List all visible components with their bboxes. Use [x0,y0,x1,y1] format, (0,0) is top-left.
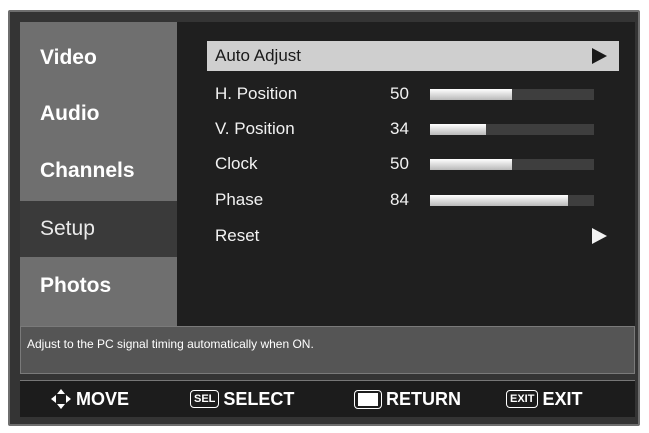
move-label: MOVE [76,388,130,409]
help-text-bar: Adjust to the PC signal timing automatic… [20,326,635,374]
return-key-icon [354,389,382,409]
sidebar-item-setup[interactable]: Setup [20,201,178,257]
submenu-arrow-icon [592,228,607,244]
sidebar-item-audio[interactable]: Audio [20,86,177,142]
setting-auto-adjust[interactable]: Auto Adjust [207,41,619,71]
setting-label: H. Position [215,84,298,103]
exit-key-icon: EXIT [506,390,539,408]
setting-value: 50 [390,154,409,173]
level-slider-fill [430,124,486,135]
setting-label: V. Position [215,119,295,138]
sidebar-item-label: Photos [40,274,112,297]
sidebar-item-label: Channels [40,159,135,182]
setting-value: 84 [390,190,409,209]
setting-value: 34 [390,119,409,138]
level-slider-fill [430,159,512,170]
level-slider-fill [430,195,568,206]
submenu-arrow-icon [592,48,607,64]
sidebar-item-channels[interactable]: Channels [20,143,177,199]
setting-reset[interactable]: Reset [207,221,619,251]
level-slider[interactable] [430,89,594,100]
category-sidebar: Video Audio Channels Setup Photos [20,22,178,326]
setting-label: Auto Adjust [215,46,302,65]
return-label: RETURN [386,388,461,409]
move-hint: MOVE [50,387,129,411]
level-slider[interactable] [430,159,594,170]
select-hint: SEL SELECT [190,387,294,411]
dpad-arrows-icon [51,389,71,409]
help-text: Adjust to the PC signal timing automatic… [27,337,314,351]
setup-settings-panel: Auto Adjust H. Position 50 V. Position 3… [177,22,635,326]
level-slider-fill [430,89,512,100]
exit-label: EXIT [542,388,583,409]
setting-label: Phase [215,190,264,209]
setting-v-position[interactable]: V. Position 34 [207,114,619,144]
sidebar-item-label: Setup [40,217,95,240]
sel-key-icon: SEL [190,390,220,408]
exit-hint: EXIT EXIT [506,387,582,411]
setting-label: Reset [215,226,260,245]
remote-key-legend: MOVE SEL SELECT RETURN EXIT EXIT [20,380,635,417]
setting-clock[interactable]: Clock 50 [207,149,619,179]
setting-label: Clock [215,154,258,173]
setting-value: 50 [390,84,409,103]
select-label: SELECT [223,388,295,409]
level-slider[interactable] [430,195,594,206]
sidebar-item-label: Video [40,46,97,69]
setting-phase[interactable]: Phase 84 [207,185,619,215]
sidebar-item-video[interactable]: Video [20,30,177,86]
level-slider[interactable] [430,124,594,135]
return-hint: RETURN [354,387,461,411]
setting-h-position[interactable]: H. Position 50 [207,79,619,109]
sidebar-item-photos[interactable]: Photos [20,258,177,314]
sidebar-item-label: Audio [40,102,100,125]
